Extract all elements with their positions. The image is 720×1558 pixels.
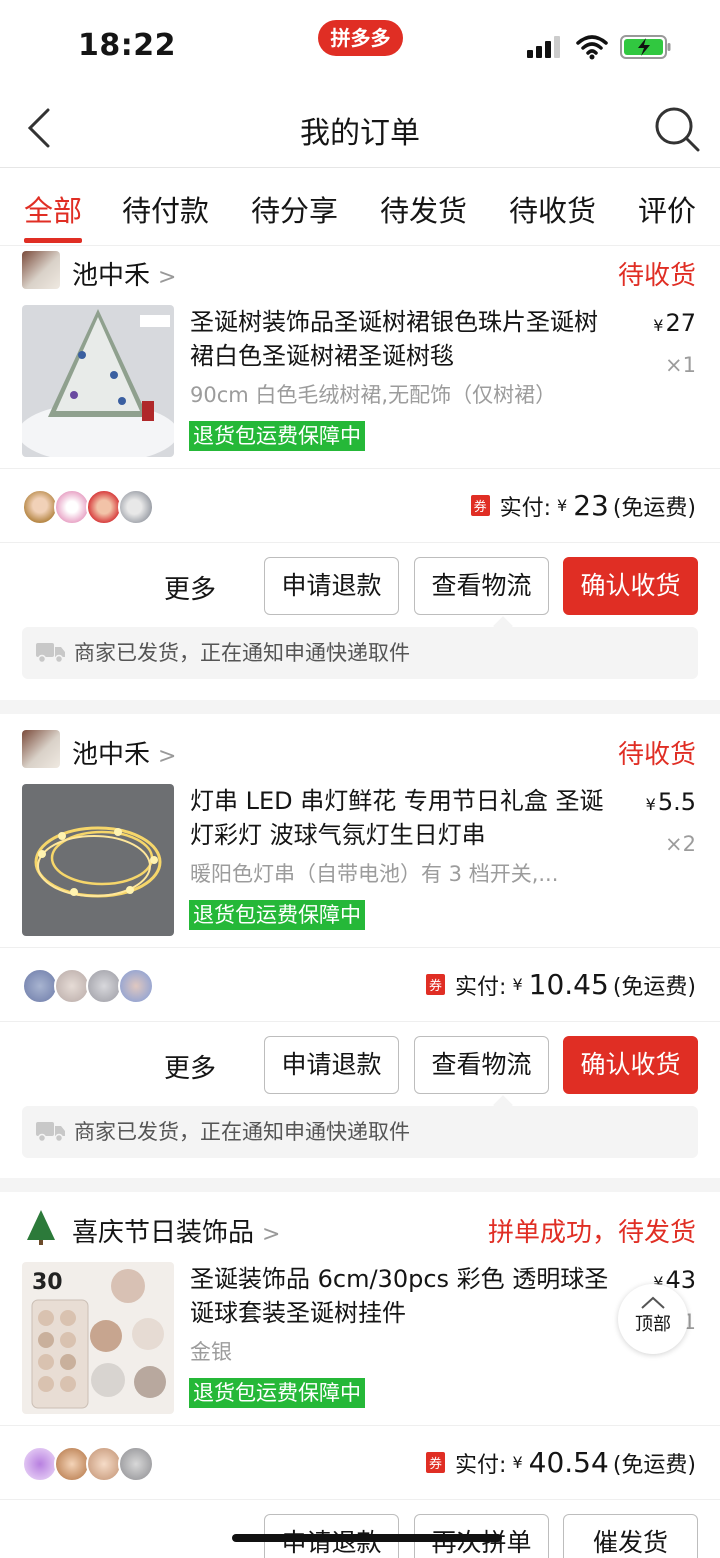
product-spec: 暖阳色灯串（自带电池）有 3 档开关,... xyxy=(190,862,559,886)
avatar xyxy=(22,489,58,525)
refund-button[interactable]: 申请退款 xyxy=(264,557,399,615)
order-card: 喜庆节日装饰品 > 拼单成功，待发货 30 圣诞装饰品 6cm/30pcs 彩色 … xyxy=(0,1204,720,1558)
product-quantity: ×2 xyxy=(665,832,696,856)
order-card: 池中禾 > 待收货 灯串 LED 串灯鲜花 专用节日礼盒 圣诞灯彩灯 波球气氛灯生… xyxy=(0,726,720,1158)
avatar xyxy=(86,489,122,525)
app-indicator-pill[interactable]: 拼多多 xyxy=(318,20,403,56)
more-button[interactable]: 更多 xyxy=(164,1048,216,1085)
avatar xyxy=(54,968,90,1004)
page-title: 我的订单 xyxy=(300,116,420,151)
avatar xyxy=(22,1446,58,1482)
avatar xyxy=(86,968,122,1004)
payment-row: 券 实付: ¥ 40.54 (免运费) xyxy=(0,1426,720,1500)
coupon-icon: 券 xyxy=(426,974,446,995)
avatar xyxy=(118,968,154,1004)
order-status: 待收货 xyxy=(617,261,696,291)
coupon-icon: 券 xyxy=(470,495,490,516)
shop-row[interactable]: 喜庆节日装饰品 > 拼单成功，待发货 xyxy=(0,1204,720,1262)
avatar xyxy=(54,1446,90,1482)
avatar xyxy=(118,1446,154,1482)
avatar xyxy=(54,489,90,525)
product-quantity: ×1 xyxy=(665,353,696,377)
shop-avatar xyxy=(22,251,60,289)
section-divider xyxy=(0,1178,720,1192)
tab-all[interactable]: 全部 xyxy=(24,188,82,230)
avatar xyxy=(86,1446,122,1482)
paid-amount: 券 实付: ¥ 23 (免运费) xyxy=(470,489,696,522)
coupon-icon: 券 xyxy=(426,1452,446,1473)
shop-name[interactable]: 池中禾 > xyxy=(72,734,176,771)
home-indicator[interactable] xyxy=(232,1534,502,1542)
action-row: 更多 申请退款 查看物流 确认收货 xyxy=(0,543,720,621)
shop-avatar xyxy=(22,730,60,768)
product-item[interactable]: 30 圣诞装饰品 6cm/30pcs 彩色 透明球圣诞球套装圣诞树挂件 金银 退… xyxy=(0,1262,720,1426)
tab-pending-payment[interactable]: 待付款 xyxy=(122,188,209,230)
payment-row: 券 实付: ¥ 23 (免运费) xyxy=(0,469,720,543)
product-thumbnail[interactable] xyxy=(22,784,174,936)
paid-amount: 券 实付: ¥ 10.45 (免运费) xyxy=(426,968,696,1001)
shop-name[interactable]: 池中禾 > xyxy=(72,255,176,292)
nav-header: 我的订单 xyxy=(0,90,720,168)
avatar xyxy=(22,968,58,1004)
product-price: ¥5.5 xyxy=(645,788,696,816)
wifi-icon xyxy=(576,35,608,60)
product-spec: 金银 xyxy=(190,1340,232,1364)
view-logistics-button[interactable]: 查看物流 xyxy=(414,1036,549,1094)
action-row: 申请退款 再次拼单 催发货 xyxy=(0,1500,720,1558)
action-row: 更多 申请退款 查看物流 确认收货 xyxy=(0,1022,720,1100)
back-to-top-button[interactable]: 顶部 xyxy=(618,1284,688,1354)
shop-row[interactable]: 池中禾 > 待收货 xyxy=(0,247,720,305)
product-thumbnail[interactable] xyxy=(22,305,174,457)
shop-avatar xyxy=(22,1208,60,1246)
truck-icon xyxy=(36,1122,65,1142)
product-item[interactable]: 圣诞树装饰品圣诞树裙银色珠片圣诞树裙白色圣诞树裙圣诞树毯 90cm 白色毛绒树裙… xyxy=(0,305,720,469)
battery-charging-icon xyxy=(620,35,671,59)
shop-name[interactable]: 喜庆节日装饰品 > xyxy=(72,1212,280,1249)
logistics-notice[interactable]: 商家已发货，正在通知申通快递取件 xyxy=(22,1106,698,1158)
product-title[interactable]: 圣诞树装饰品圣诞树裙银色珠片圣诞树裙白色圣诞树裙圣诞树毯 xyxy=(190,305,610,373)
back-to-top-label: 顶部 xyxy=(635,1314,671,1335)
confirm-receipt-button[interactable]: 确认收货 xyxy=(563,557,698,615)
confirm-receipt-button[interactable]: 确认收货 xyxy=(563,1036,698,1094)
more-button[interactable]: 更多 xyxy=(164,569,216,606)
refund-button[interactable]: 申请退款 xyxy=(264,1036,399,1094)
view-logistics-button[interactable]: 查看物流 xyxy=(414,557,549,615)
shop-row[interactable]: 池中禾 > 待收货 xyxy=(0,726,720,784)
product-title[interactable]: 圣诞装饰品 6cm/30pcs 彩色 透明球圣诞球套装圣诞树挂件 xyxy=(190,1262,610,1330)
order-card: 池中禾 > 待收货 圣诞树装饰品圣诞树裙银色珠片圣诞树裙白色圣诞树裙圣诞树毯 90… xyxy=(0,247,720,679)
return-shipping-badge: 退货包运费保障中 xyxy=(189,421,365,451)
chevron-right-icon: > xyxy=(262,1222,281,1247)
product-item[interactable]: 灯串 LED 串灯鲜花 专用节日礼盒 圣诞灯彩灯 波球气氛灯生日灯串 暖阳色灯串… xyxy=(0,784,720,948)
avatar xyxy=(118,489,154,525)
urge-shipment-button[interactable]: 催发货 xyxy=(563,1514,698,1558)
status-bar: 18:22 拼多多 xyxy=(0,0,720,90)
product-title[interactable]: 灯串 LED 串灯鲜花 专用节日礼盒 圣诞灯彩灯 波球气氛灯生日灯串 xyxy=(190,784,610,852)
tab-pending-receipt[interactable]: 待收货 xyxy=(509,188,596,230)
status-time: 18:22 xyxy=(78,28,176,63)
order-status: 待收货 xyxy=(617,740,696,770)
order-status: 拼单成功，待发货 xyxy=(487,1218,696,1248)
truck-icon xyxy=(36,643,65,663)
chevron-right-icon: > xyxy=(158,744,177,769)
product-spec: 90cm 白色毛绒树裙,无配饰（仅树裙） xyxy=(190,383,557,407)
product-price: ¥27 xyxy=(653,309,696,337)
search-icon[interactable] xyxy=(654,106,700,152)
product-thumbnail[interactable]: 30 xyxy=(22,1262,174,1414)
chevron-up-icon xyxy=(641,1296,665,1309)
cellular-signal-icon xyxy=(527,36,560,58)
order-tabs: 全部 待付款 待分享 待发货 待收货 评价 xyxy=(0,168,720,246)
paid-amount: 券 实付: ¥ 40.54 (免运费) xyxy=(426,1446,696,1479)
tab-pending-shipment[interactable]: 待发货 xyxy=(380,188,467,230)
chevron-right-icon: > xyxy=(158,265,177,290)
active-tab-indicator xyxy=(24,238,82,243)
section-divider xyxy=(0,700,720,714)
tab-review[interactable]: 评价 xyxy=(638,188,696,230)
payment-row: 券 实付: ¥ 10.45 (免运费) xyxy=(0,948,720,1022)
tab-pending-share[interactable]: 待分享 xyxy=(251,188,338,230)
return-shipping-badge: 退货包运费保障中 xyxy=(189,900,365,930)
logistics-notice[interactable]: 商家已发货，正在通知申通快递取件 xyxy=(22,627,698,679)
return-shipping-badge: 退货包运费保障中 xyxy=(189,1378,365,1408)
